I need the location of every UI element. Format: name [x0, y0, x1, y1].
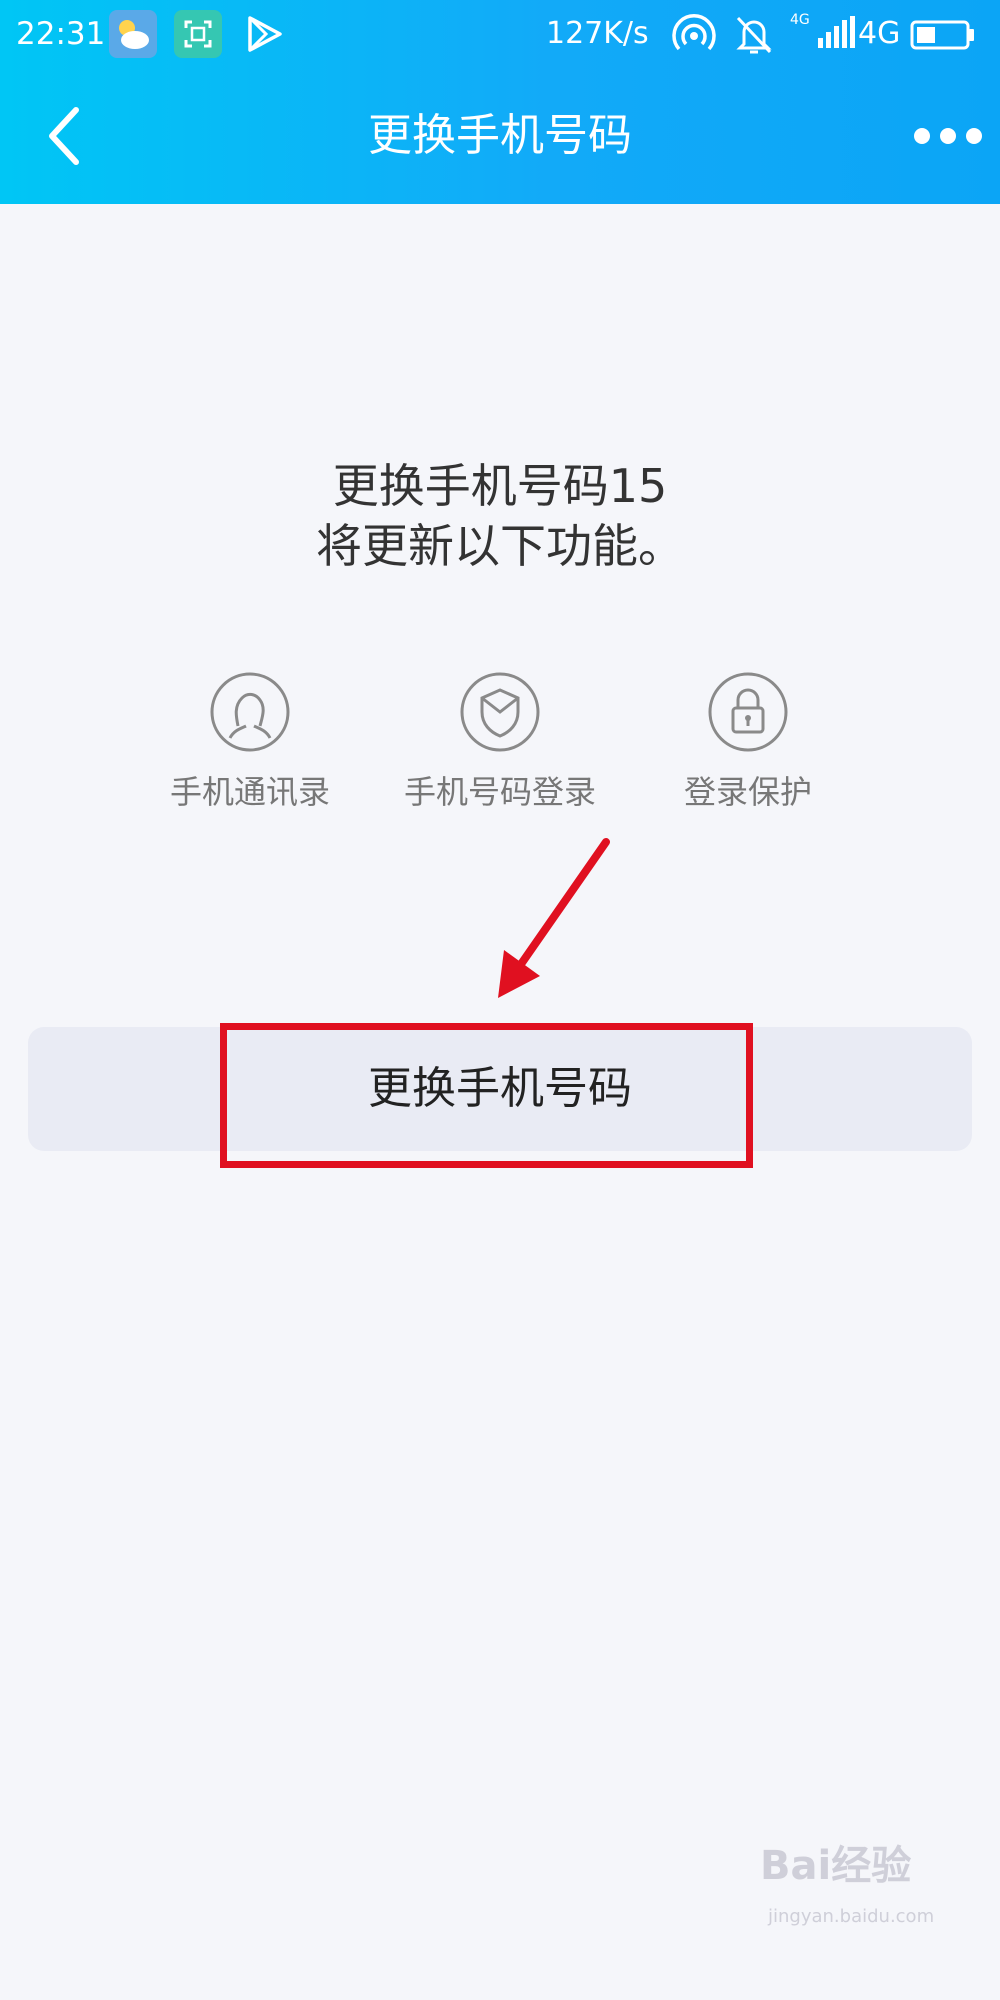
lock-icon [708, 672, 788, 752]
nav-bar: 更换手机号码 [0, 68, 1000, 204]
change-phone-button[interactable]: 更换手机号码 [28, 1027, 972, 1151]
scan-icon [174, 10, 222, 58]
intro-text: 更换手机号码15 将更新以下功能。 [0, 456, 1000, 576]
play-icon [240, 10, 288, 58]
feature-label: 手机号码登录 [403, 773, 596, 811]
network-type: 4G [858, 16, 901, 51]
feature-phone-login: 手机号码登录 [400, 670, 600, 812]
shield-icon [460, 672, 540, 752]
bell-off-icon [734, 12, 774, 64]
header: 22:31 127K/s 4G 4G 更换手机号码 [0, 0, 1000, 204]
feature-contacts: 手机通讯录 [150, 670, 350, 812]
change-phone-button-label: 更换手机号码 [368, 1063, 632, 1114]
signal-icon [818, 16, 856, 56]
more-button[interactable] [910, 116, 986, 156]
watermark-brand: Bai经验 [760, 1843, 912, 1889]
watermark: Bai经验 jingyan.baidu.com [760, 1842, 970, 1950]
contact-icon [210, 672, 290, 752]
hotspot-icon [672, 14, 716, 62]
network-type-small: 4G [790, 12, 810, 28]
intro-line-1: 更换手机号码15 [332, 459, 668, 513]
feature-label: 登录保护 [683, 773, 812, 811]
feature-login-protection: 登录保护 [648, 670, 848, 812]
page-title: 更换手机号码 [368, 110, 632, 161]
feature-label: 手机通讯录 [169, 773, 330, 811]
battery-icon [910, 20, 976, 58]
status-bar: 22:31 127K/s 4G 4G [0, 0, 1000, 68]
more-icon [914, 128, 982, 144]
intro-line-2: 将更新以下功能。 [316, 519, 684, 573]
feature-list: 手机通讯录 手机号码登录 登录保护 [0, 670, 1000, 830]
watermark-url: jingyan.baidu.com [768, 1906, 935, 1927]
status-time: 22:31 [16, 16, 106, 52]
network-speed: 127K/s [546, 16, 649, 51]
arrow-annotation [498, 838, 610, 998]
weather-icon [109, 10, 157, 58]
